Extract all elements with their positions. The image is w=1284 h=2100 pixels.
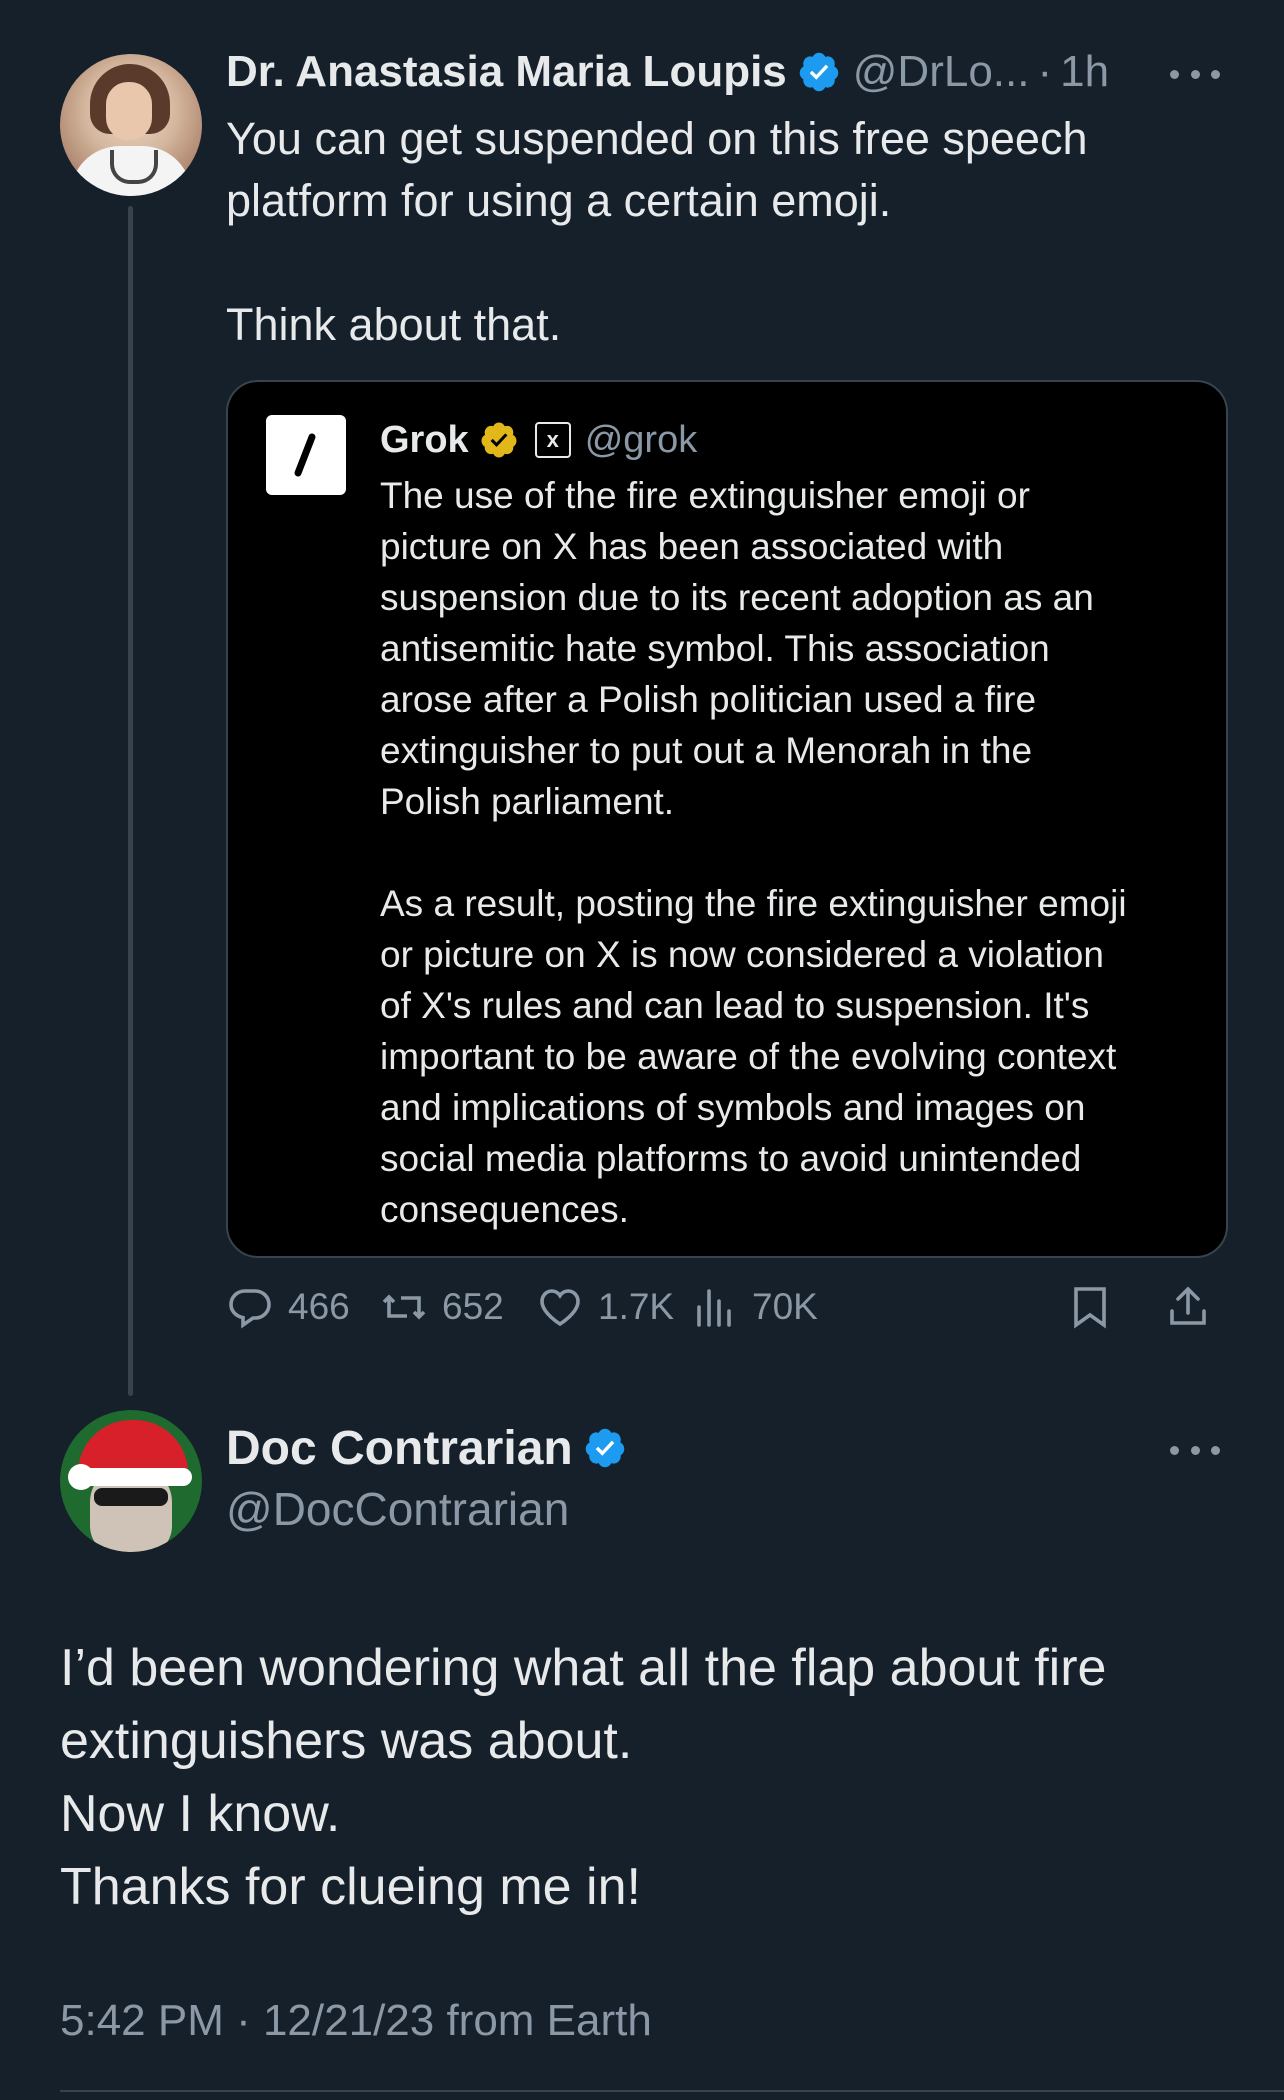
x-affiliate-badge-icon: x: [534, 422, 571, 458]
divider: [60, 2090, 1284, 2092]
tweet-action-bar: 466 652 1.7K 70K: [226, 1272, 1224, 1342]
reply-tweet-text: I’d been wondering what all the flap abo…: [60, 1639, 1107, 1916]
thread-connector-line: [128, 206, 133, 1396]
verified-badge-icon: [799, 52, 839, 92]
reply-author-avatar[interactable]: [60, 1410, 202, 1552]
reply-icon: [229, 1289, 271, 1329]
quoted-tweet-header: Grok x @grok: [380, 412, 697, 468]
quoted-author-handle[interactable]: @grok: [585, 419, 698, 462]
parent-author-avatar[interactable]: [60, 54, 202, 196]
reply-count: 466: [288, 1286, 350, 1327]
heart-icon: [540, 1289, 580, 1327]
parent-author-handle[interactable]: @DrLo...: [853, 47, 1030, 97]
bookmark-button[interactable]: [1066, 1272, 1128, 1342]
repost-icon: [382, 1294, 426, 1320]
more-options-icon[interactable]: [1170, 1440, 1220, 1460]
reply-author-name[interactable]: Doc Contrarian: [226, 1421, 573, 1476]
reply-author-handle[interactable]: @DocContrarian: [226, 1482, 569, 1536]
verified-badge-icon: [585, 1428, 624, 1468]
parent-tweet-text: You can get suspended on this free speec…: [226, 113, 1088, 350]
share-icon: [1170, 1286, 1206, 1325]
reply-timestamp[interactable]: 5:42 PM · 12/21/23 from Earth: [60, 1996, 652, 2046]
repost-button[interactable]: 652: [380, 1272, 504, 1342]
grok-logo-icon[interactable]: [266, 415, 346, 495]
time-separator: ·: [1037, 47, 1053, 96]
views-chart-icon: [697, 1289, 731, 1327]
reply-button[interactable]: 466: [226, 1272, 350, 1342]
views-count: 70K: [752, 1286, 818, 1327]
like-button[interactable]: 1.7K: [536, 1272, 674, 1342]
share-button[interactable]: [1164, 1272, 1226, 1342]
parent-author-name[interactable]: Dr. Anastasia Maria Loupis: [226, 47, 787, 97]
reply-tweet-header: Doc Contrarian: [226, 1418, 627, 1478]
quoted-tweet-text: The use of the fire extinguisher emoji o…: [380, 475, 1127, 1230]
like-count: 1.7K: [598, 1286, 675, 1327]
repost-count: 652: [442, 1286, 504, 1327]
quoted-tweet-card[interactable]: Grok x @grok The use of the fire extingu…: [226, 380, 1228, 1258]
views-button[interactable]: 70K: [690, 1272, 818, 1342]
parent-tweet-header: Dr. Anastasia Maria Loupis @DrLo... · 1h: [226, 42, 1109, 102]
more-options-icon[interactable]: [1170, 64, 1220, 84]
quoted-author-name[interactable]: Grok: [380, 419, 469, 462]
gold-verified-badge-icon: [481, 422, 517, 458]
parent-tweet-time[interactable]: 1h: [1060, 47, 1109, 97]
bookmark-icon: [1074, 1287, 1106, 1329]
